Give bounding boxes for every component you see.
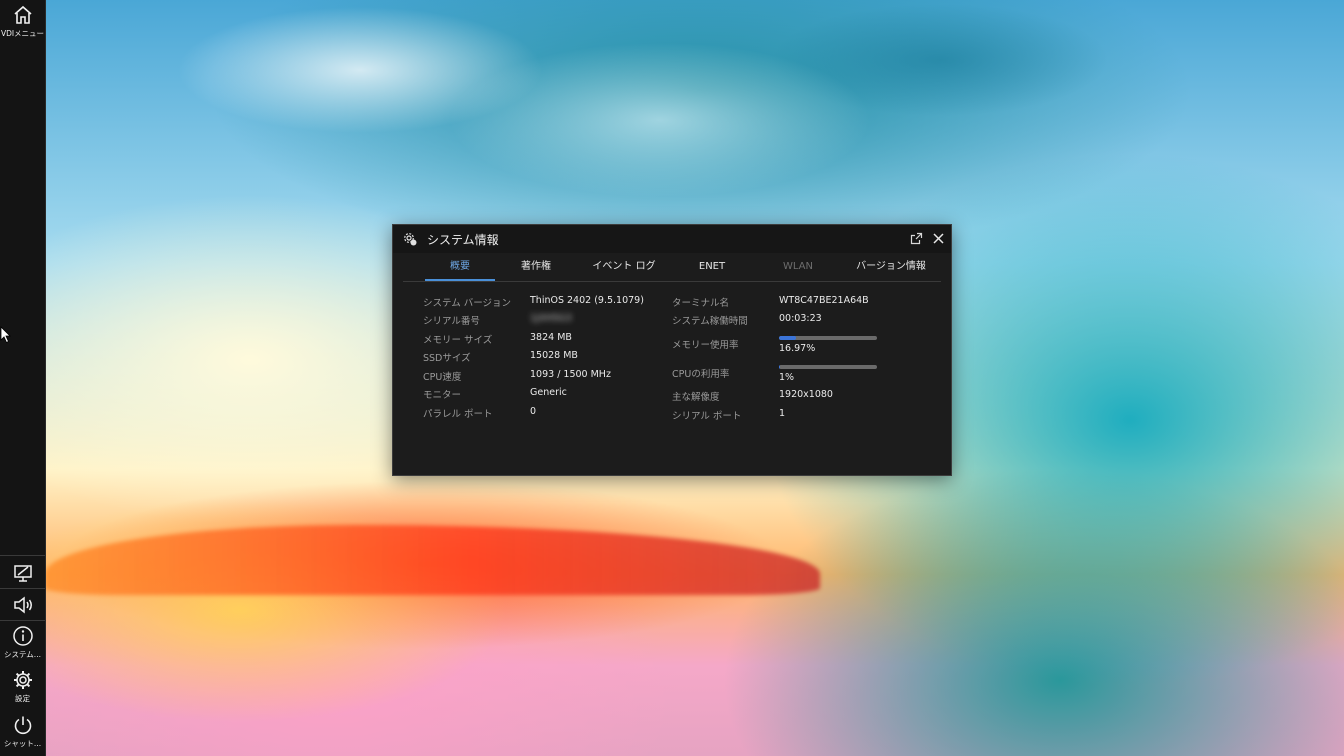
home-icon xyxy=(13,5,32,24)
display-settings-button[interactable] xyxy=(0,562,45,584)
taskbar-divider xyxy=(0,588,45,589)
gear-icon xyxy=(13,671,32,689)
system-info-label: システム... xyxy=(4,650,41,659)
taskbar: VDIメニュー システム... 設定 シャット... xyxy=(0,0,46,756)
serial-port-value: 1 xyxy=(779,408,786,419)
tab-enet[interactable]: ENET xyxy=(679,255,745,280)
shutdown-label: シャット... xyxy=(3,739,42,748)
memory-usage-bar xyxy=(779,336,877,340)
uptime-label: システム稼働時間 xyxy=(672,316,748,327)
vdi-menu-button[interactable]: VDIメニュー xyxy=(0,4,45,39)
memory-usage-bar-fill xyxy=(779,336,796,340)
terminal-name-label: ターミナル名 xyxy=(672,298,730,309)
power-icon xyxy=(14,716,31,735)
window-title: システム情報 xyxy=(427,233,499,247)
tab-wlan: WLAN xyxy=(782,261,813,272)
resolution-value: 1920x1080 xyxy=(779,389,833,400)
system-info-window: システム情報 概要 著作権 イベント ログ ENET WLAN バージョン情報 … xyxy=(392,224,952,476)
taskbar-divider xyxy=(0,620,45,621)
ssd-size-label: SSDサイズ xyxy=(423,353,471,364)
tab-event-log[interactable]: イベント ログ xyxy=(579,255,669,280)
serial-number-value: 1JXH5G3 xyxy=(530,313,572,324)
tab-copyright[interactable]: 著作権 xyxy=(501,255,571,280)
memory-usage-label: メモリー使用率 xyxy=(672,340,739,351)
system-info-gear-icon xyxy=(404,233,417,246)
tab-version-info[interactable]: バージョン情報 xyxy=(849,255,933,280)
cpu-speed-label: CPU速度 xyxy=(423,372,462,383)
system-version-label: システム バージョン xyxy=(423,298,512,309)
parallel-port-value: 0 xyxy=(530,406,537,417)
memory-size-value: 3824 MB xyxy=(530,332,572,343)
display-icon xyxy=(13,565,32,582)
memory-size-label: メモリー サイズ xyxy=(423,335,493,346)
uptime-value: 00:03:23 xyxy=(779,313,822,324)
popout-icon[interactable] xyxy=(910,232,923,245)
cpu-usage-value: 1% xyxy=(779,372,795,383)
speaker-icon xyxy=(13,596,32,614)
resolution-label: 主な解像度 xyxy=(672,392,720,403)
monitor-value: Generic xyxy=(530,387,567,398)
wallpaper-wave xyxy=(40,0,1140,260)
terminal-name-value: WT8C47BE21A64B xyxy=(779,295,869,306)
serial-port-label: シリアル ポート xyxy=(672,411,742,422)
ssd-size-value: 15028 MB xyxy=(530,350,578,361)
mouse-pointer-icon xyxy=(0,326,11,344)
monitor-label: モニター xyxy=(423,390,462,401)
tab-overview[interactable]: 概要 xyxy=(425,255,495,281)
shutdown-button[interactable]: シャット... xyxy=(0,714,45,749)
volume-button[interactable] xyxy=(0,594,45,616)
cpu-usage-bar-fill xyxy=(779,365,780,369)
settings-button[interactable]: 設定 xyxy=(0,669,45,704)
taskbar-divider xyxy=(0,555,45,556)
system-version-value: ThinOS 2402 (9.5.1079) xyxy=(530,295,644,306)
cpu-usage-label: CPUの利用率 xyxy=(672,369,730,380)
vdi-menu-label: VDIメニュー xyxy=(0,29,45,38)
settings-label: 設定 xyxy=(15,694,30,703)
serial-number-label: シリアル番号 xyxy=(423,316,480,327)
memory-usage-value: 16.97% xyxy=(779,343,816,354)
cpu-usage-bar xyxy=(779,365,877,369)
cpu-speed-value: 1093 / 1500 MHz xyxy=(530,369,611,380)
info-icon xyxy=(12,626,33,646)
tab-bar: 概要 著作権 イベント ログ ENET WLAN バージョン情報 xyxy=(403,255,941,282)
window-titlebar[interactable]: システム情報 xyxy=(393,225,951,253)
parallel-port-label: パラレル ポート xyxy=(423,409,493,420)
close-icon[interactable] xyxy=(932,232,945,245)
system-info-button[interactable]: システム... xyxy=(0,625,45,660)
